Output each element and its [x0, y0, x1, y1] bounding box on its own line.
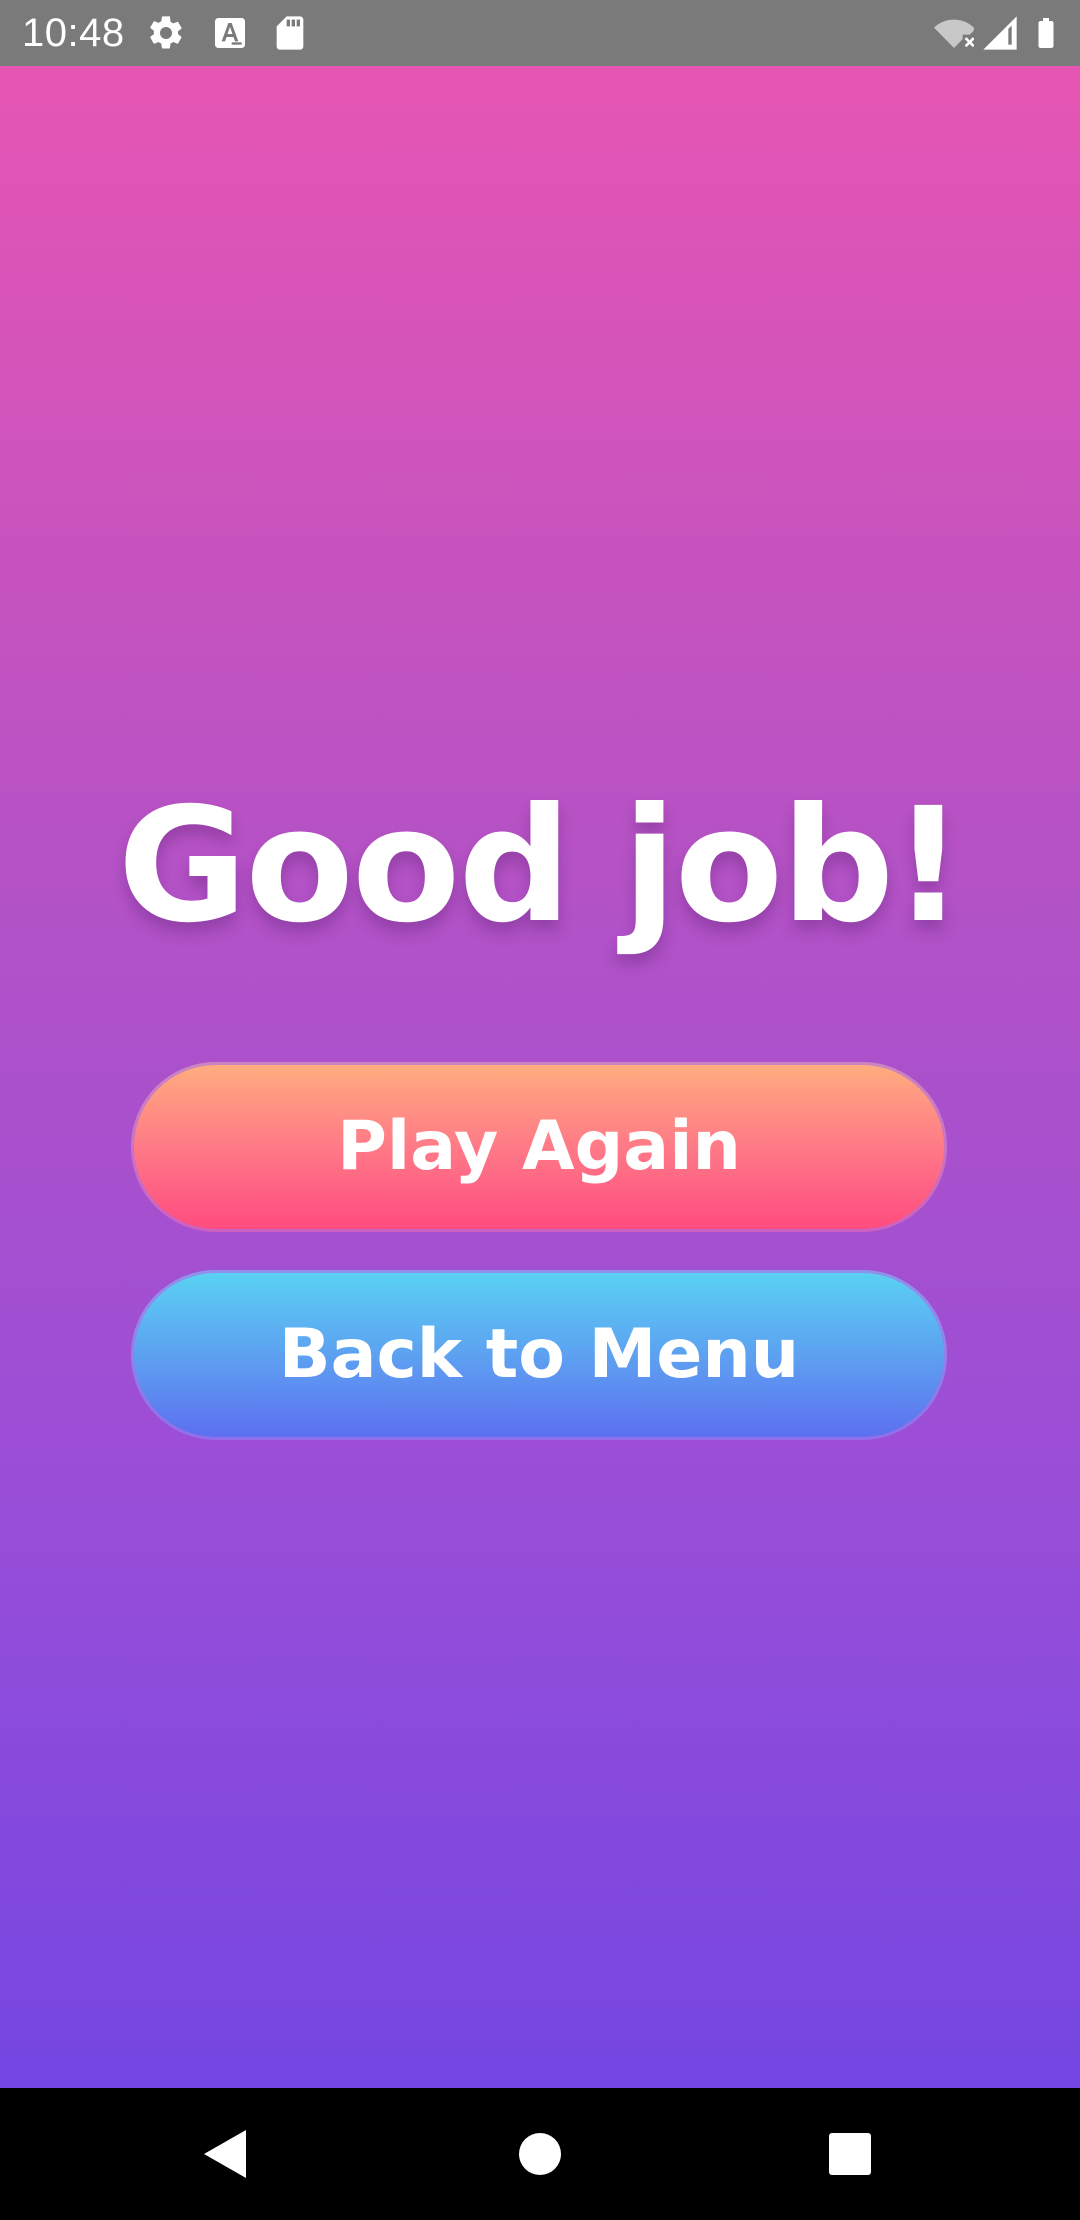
text-a-icon — [210, 13, 250, 53]
play-again-button[interactable]: Play Again — [131, 1062, 947, 1232]
wifi-off-icon — [934, 13, 974, 53]
gear-icon — [146, 13, 186, 53]
back-icon[interactable] — [184, 2112, 268, 2196]
home-icon[interactable] — [498, 2112, 582, 2196]
sd-card-icon — [270, 13, 310, 53]
status-bar: 10:48 — [0, 0, 1080, 66]
cell-signal-icon — [980, 13, 1020, 53]
battery-icon — [1028, 13, 1064, 53]
status-time: 10:48 — [22, 11, 125, 55]
app-screen: 10:48 Good job! Play Again Back to Menu — [0, 0, 1080, 2220]
headline: Good job! — [117, 774, 965, 958]
back-to-menu-button[interactable]: Back to Menu — [131, 1270, 947, 1440]
recents-icon[interactable] — [808, 2112, 892, 2196]
game-over-panel: Good job! Play Again Back to Menu — [0, 66, 1080, 2088]
navigation-bar — [0, 2088, 1080, 2220]
